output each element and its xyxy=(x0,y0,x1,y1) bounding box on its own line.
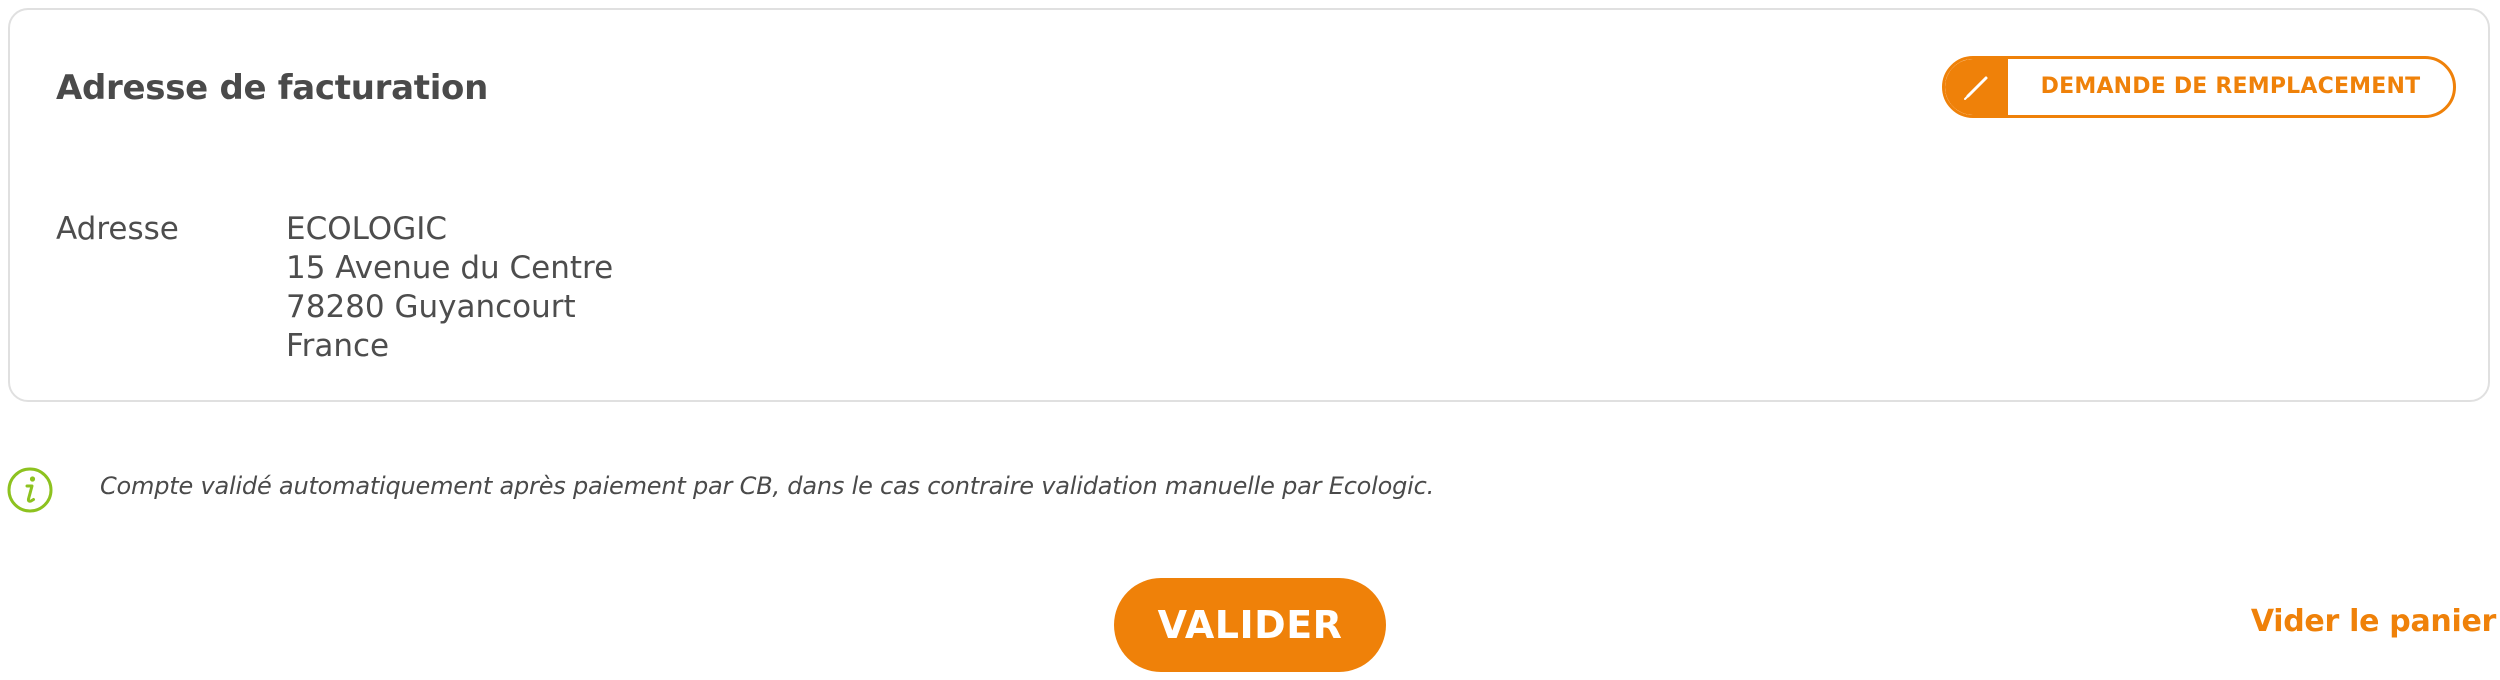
address-line-city: 78280 Guyancourt xyxy=(286,289,576,325)
address-line-company: ECOLOGIC xyxy=(286,211,448,247)
empty-cart-link[interactable]: Vider le panier xyxy=(2251,604,2496,639)
info-message: Compte validé automatiquement après paie… xyxy=(100,472,1435,500)
address-label: Adresse xyxy=(56,211,179,247)
billing-address-card: Adresse de facturation DEMANDE DE REMPLA… xyxy=(8,8,2490,402)
card-title: Adresse de facturation xyxy=(56,68,489,108)
address-line-country: France xyxy=(286,328,390,364)
info-icon xyxy=(6,466,54,514)
address-block: ECOLOGIC 15 Avenue du Centre 78280 Guyan… xyxy=(286,210,613,366)
replacement-request-label: DEMANDE DE REMPLACEMENT xyxy=(2040,74,2421,99)
address-line-street: 15 Avenue du Centre xyxy=(286,250,614,286)
pencil-icon xyxy=(1945,59,2008,115)
replacement-request-button[interactable]: DEMANDE DE REMPLACEMENT xyxy=(1942,56,2456,118)
validate-button[interactable]: VALIDER xyxy=(1114,578,1386,672)
